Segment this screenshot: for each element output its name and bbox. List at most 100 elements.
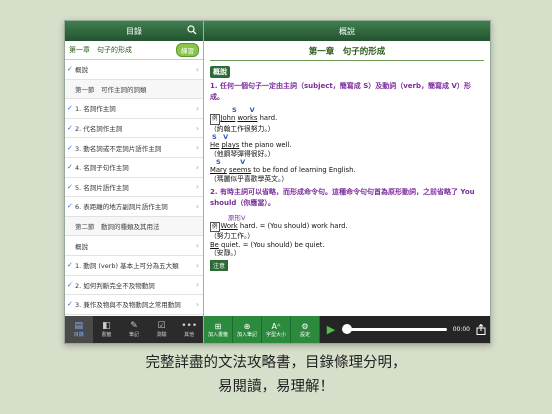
tab-more[interactable]: ••• 其他 — [175, 316, 203, 343]
caption-line-2: 易閱讀，易理解！ — [218, 379, 334, 395]
toc-panel: 目錄 第一章 句子的形成 練習 ✓ 概說 › 第一節 可作主詞的詞類 ✓ 1. 名詞作主詞… — [65, 21, 204, 343]
check-icon: ✓ — [67, 182, 73, 191]
add-bookmark-button[interactable]: ⊞ 加入書籤 — [204, 316, 233, 343]
toc-item-label: 概說 — [75, 66, 88, 75]
check-icon: ✓ — [67, 300, 73, 309]
font-size-button[interactable]: Aᴬ 字型大小 — [262, 316, 291, 343]
toc-tab-bar: ▤ 目錄 ◧ 書籤 ✎ 筆記 ☑ 測驗 ••• 其他 — [65, 316, 203, 343]
translation: （瑪麗似乎喜歡學英文。） — [210, 174, 289, 183]
check-icon: ✓ — [67, 280, 73, 289]
toc-item-label: 3. 動名詞或不定詞片語作主詞 — [75, 144, 162, 153]
example-sentence: 例 Work hard. = (You should) work hard. — [210, 221, 484, 233]
check-icon: ✓ — [67, 261, 73, 270]
toc-item-label: 3. 兼作及物與不及物動詞之常用動詞 — [75, 301, 181, 310]
toc-item-label: 第二節 動詞的種類及其用法 — [75, 223, 160, 232]
gear-icon: ⚙ — [301, 321, 309, 331]
toc-item-label: 6. 表距離的地方副詞片語作主詞 — [75, 203, 168, 212]
chevron-right-icon: › — [195, 201, 199, 211]
chevron-right-icon: › — [195, 103, 199, 113]
bookmark-icon: ◧ — [102, 321, 111, 331]
sentence-rest: hard. = (You should) work hard. — [237, 221, 348, 230]
toc-item[interactable]: ✓ 6. 表距離的地方副詞片語作主詞 › — [65, 197, 203, 217]
toc-item[interactable]: ✓ 2. 代名詞作主詞 › — [65, 119, 203, 139]
verb-word: seems — [229, 166, 252, 175]
toc-item[interactable]: ✓ 2. 如何判斷完全不及物動詞 › — [65, 276, 203, 296]
toc-section-header: 第一節 可作主詞的詞類 — [65, 79, 203, 100]
chevron-right-icon: › — [195, 182, 199, 192]
tab-label: 測驗 — [156, 332, 167, 338]
sv-marker: S V — [216, 158, 246, 167]
tab-contents[interactable]: ▤ 目錄 — [65, 316, 93, 343]
example-sentence: He plays the piano well. — [210, 141, 484, 150]
translation: （他鋼琴彈得很好。） — [210, 149, 275, 158]
content-panel: 概說 第一章 句子的形成 概說 1. 任何一個句子一定由主詞（subject，簡… — [204, 21, 490, 343]
check-icon: ✓ — [67, 124, 73, 133]
toc-section-header: 第二節 動詞的種類及其用法 — [65, 216, 203, 237]
caption-line-1: 完整詳盡的文法攻略書，目錄條理分明， — [145, 355, 407, 371]
pencil-icon: ✎ — [130, 321, 138, 331]
toc-item[interactable]: ✓ 3. 動名詞或不定詞片語作主詞 › — [65, 138, 203, 158]
toc-item[interactable]: ✓ 1. 動詞 (verb) 基本上可分為五大類 › — [65, 256, 203, 276]
tab-label: 目錄 — [73, 332, 84, 338]
toc-item[interactable]: ✓ 4. 名詞子句作主詞 › — [65, 158, 203, 178]
tab-bookmarks[interactable]: ◧ 書籤 — [93, 316, 121, 343]
sentence-rest: the piano well. — [239, 141, 292, 150]
bookmark-add-icon: ⊞ — [214, 321, 222, 331]
translation: （努力工作。） — [210, 232, 255, 241]
content-body: 第一章 句子的形成 概說 1. 任何一個句子一定由主詞（subject，簡寫成 … — [204, 45, 490, 271]
verb-word: Be — [210, 240, 219, 249]
sentence-rest: quiet. = (You should) be quiet. — [218, 240, 325, 249]
example-sentence: Be quiet. = (You should) be quiet. — [210, 241, 484, 250]
toc-item[interactable]: ✓ 3. 兼作及物與不及物動詞之常用動詞 › — [65, 295, 203, 315]
translation: （安靜。） — [210, 249, 241, 258]
example-sentence: 例 John works hard. — [210, 114, 484, 125]
play-icon[interactable]: ▶ — [324, 323, 338, 337]
chevron-right-icon: › — [195, 299, 199, 309]
more-icon: ••• — [181, 321, 198, 331]
check-icon: ✓ — [67, 202, 73, 211]
content-title: 概說 — [339, 26, 355, 36]
button-label: 加入筆記 — [236, 331, 257, 338]
tab-notes[interactable]: ✎ 筆記 — [120, 316, 148, 343]
share-icon[interactable] — [476, 324, 486, 335]
practice-button[interactable]: 練習 — [176, 43, 199, 57]
rule-1: 1. 任何一個句子一定由主詞（subject，簡寫成 S）及動詞（verb，簡寫… — [210, 82, 471, 101]
tab-label: 筆記 — [128, 332, 139, 338]
font-size-icon: Aᴬ — [271, 321, 281, 331]
check-icon: ✓ — [67, 143, 73, 152]
sentence-rest: to be fond of learning English. — [251, 166, 356, 175]
audio-progress-slider[interactable] — [342, 324, 447, 334]
button-label: 設定 — [299, 331, 310, 338]
verb-word: works — [237, 114, 258, 122]
check-icon: ✓ — [67, 65, 73, 74]
rule-2: 2. 有時主詞可以省略，而形成命令句。這種命令句句首為原形動詞，之前省略了 Yo… — [210, 187, 475, 207]
toc-item[interactable]: 概說 › — [65, 236, 203, 256]
translation: （約翰工作很努力。） — [210, 124, 275, 133]
toc-item[interactable]: ✓ 5. 名詞片語作主詞 › — [65, 178, 203, 198]
section-badge: 概說 — [210, 66, 230, 78]
subject-word: Mary — [210, 166, 227, 175]
button-label: 字型大小 — [265, 331, 286, 338]
chapter-heading: 第一章 句子的形成 — [210, 45, 484, 61]
tab-quiz[interactable]: ☑ 測驗 — [148, 316, 176, 343]
example-sentence: Mary seems to be fond of learning Englis… — [210, 166, 484, 175]
sv-marker: S V — [232, 106, 255, 114]
chevron-right-icon: › — [195, 280, 199, 290]
audio-time: 00:00 — [452, 326, 470, 333]
toc-item-label: 1. 名詞作主詞 — [75, 105, 116, 114]
search-icon[interactable] — [187, 25, 197, 35]
toc-item[interactable]: ✓ 1. 名詞作主詞 › — [65, 99, 203, 119]
chapter-header[interactable]: 第一章 句子的形成 練習 — [65, 41, 203, 60]
toc-title: 目錄 — [126, 26, 142, 36]
example-tag: 例 — [210, 114, 220, 125]
slider-knob[interactable] — [342, 324, 352, 334]
add-note-button[interactable]: ⊕ 加入筆記 — [233, 316, 262, 343]
note-add-icon: ⊕ — [243, 321, 251, 331]
ipad-screen: 目錄 第一章 句子的形成 練習 ✓ 概說 › 第一節 可作主詞的詞類 ✓ 1. 名詞作主詞… — [64, 20, 491, 344]
chevron-right-icon: › — [195, 64, 199, 74]
toc-item-label: 4. 名詞子句作主詞 — [75, 164, 129, 173]
verb-word: Work — [220, 221, 238, 230]
toc-item[interactable]: ✓ 概說 › — [65, 60, 203, 80]
toc-item-label: 1. 動詞 (verb) 基本上可分為五大類 — [75, 262, 179, 271]
settings-button[interactable]: ⚙ 設定 — [291, 316, 320, 343]
